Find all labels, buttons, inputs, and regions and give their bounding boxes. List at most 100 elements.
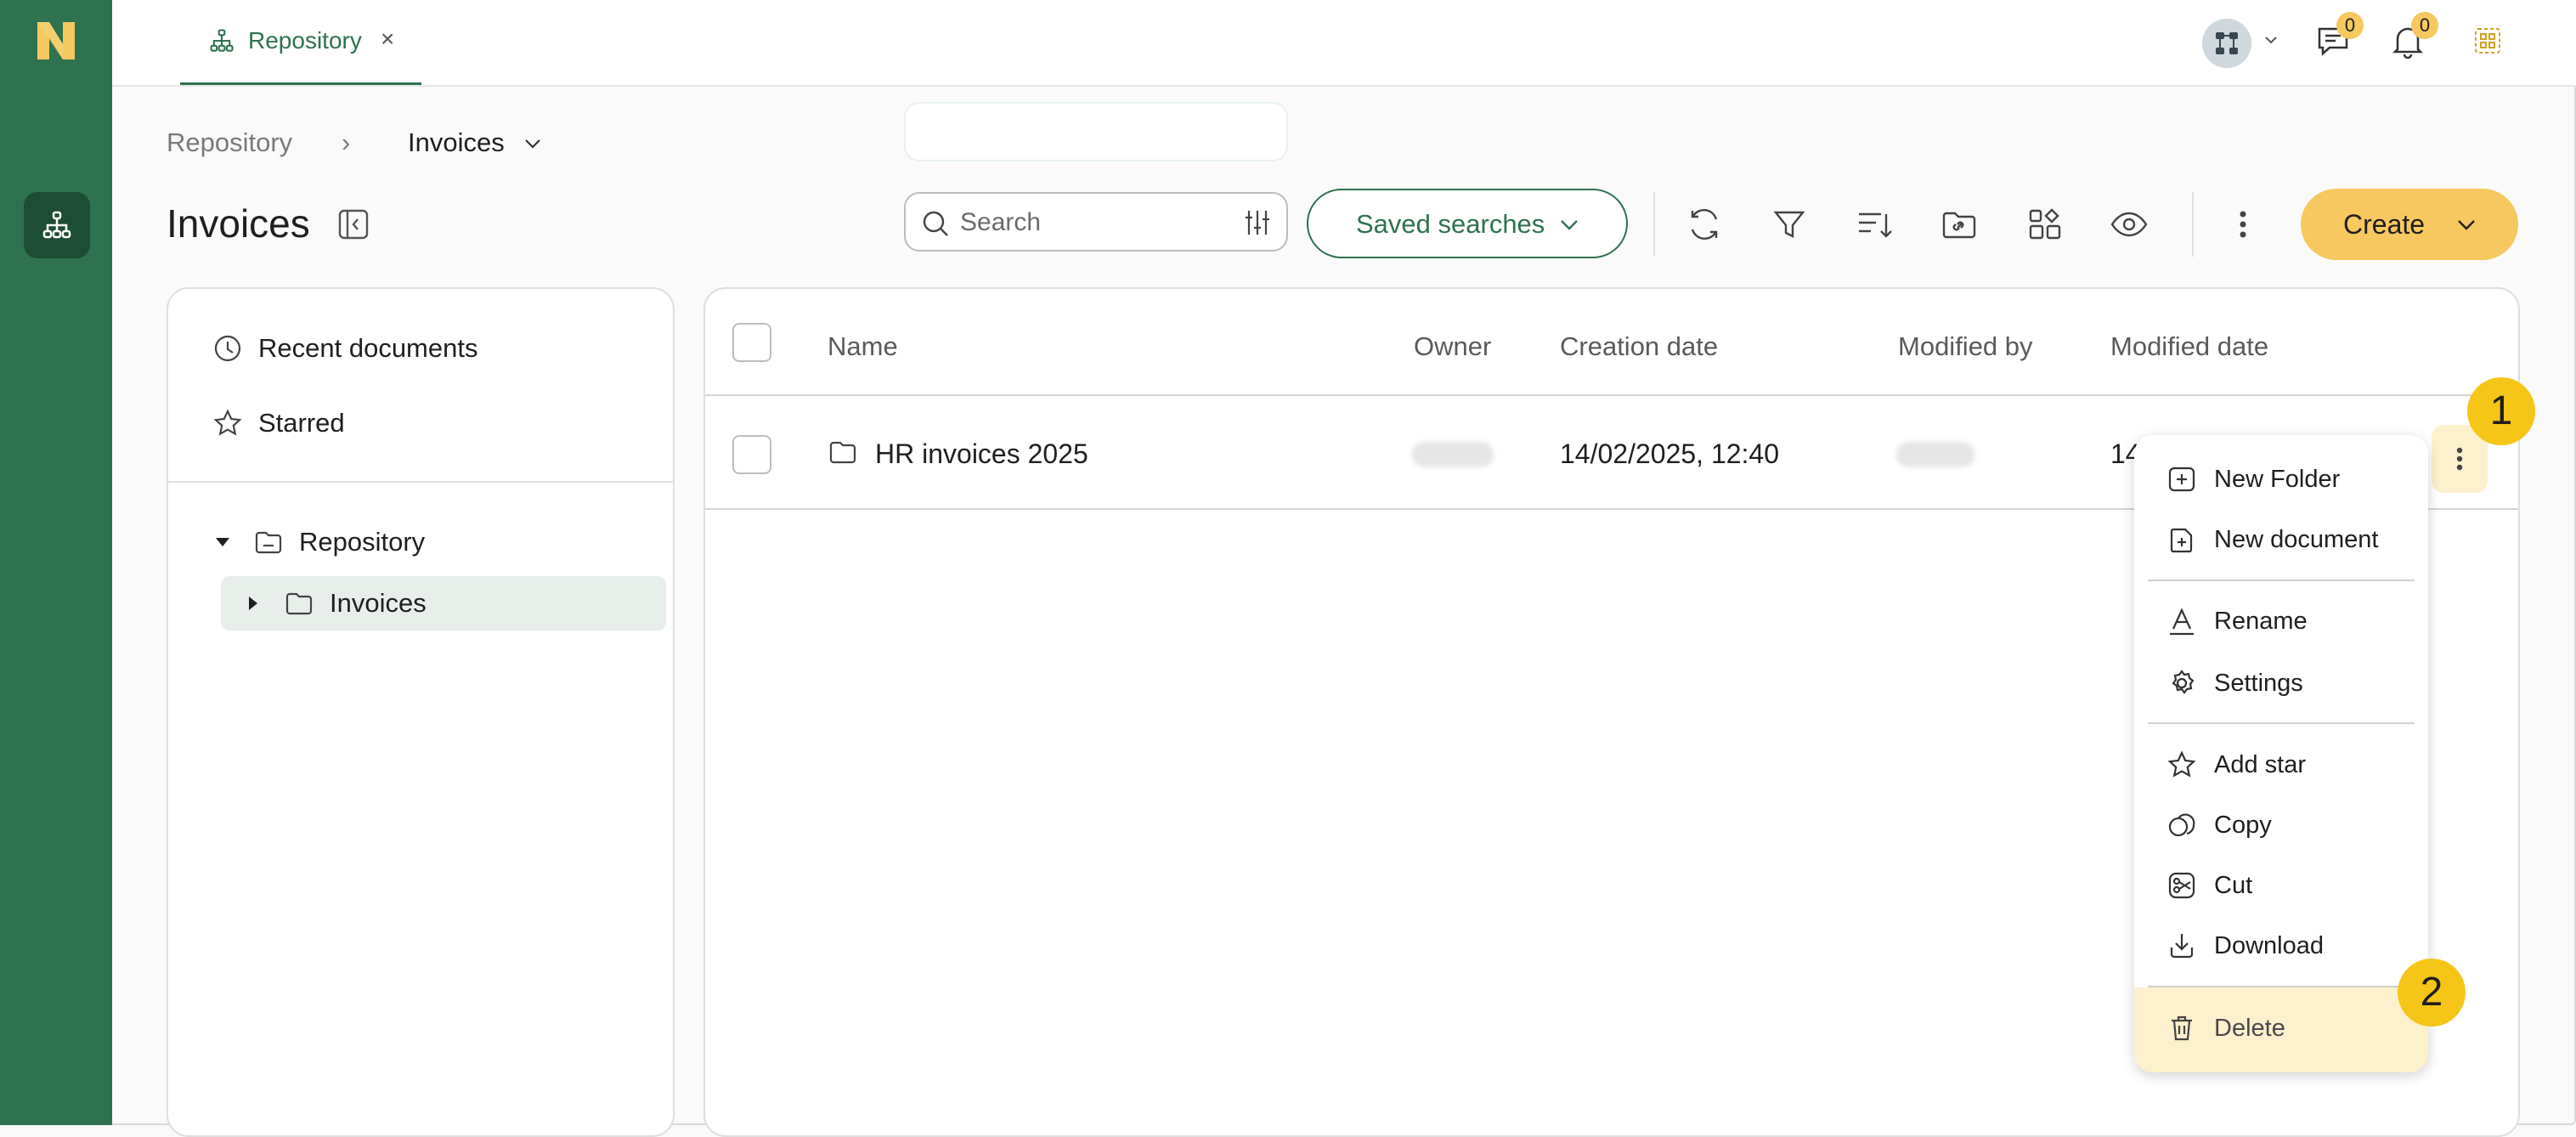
menu-item-add-star[interactable]: Add star xyxy=(2134,738,2428,792)
more-vertical-icon[interactable] xyxy=(2221,202,2265,246)
owner-redacted xyxy=(1412,442,1494,467)
modified-by-redacted xyxy=(1896,442,1974,467)
row-context-menu: New Folder New document Rename Settings … xyxy=(2134,435,2428,1072)
breadcrumb-current[interactable]: Invoices xyxy=(408,127,505,158)
menu-item-new-document[interactable]: New document xyxy=(2134,512,2428,567)
panel-divider xyxy=(168,481,673,483)
gear-icon xyxy=(2166,668,2197,699)
caret-down-icon[interactable] xyxy=(212,532,233,552)
drive-folder-icon xyxy=(253,527,284,557)
download-icon xyxy=(2166,931,2197,961)
messages-badge: 0 xyxy=(2336,12,2364,39)
trash-icon xyxy=(2166,1013,2197,1044)
apps-grid-icon[interactable] xyxy=(2469,22,2506,59)
star-icon xyxy=(212,408,243,438)
new-folder-icon xyxy=(2166,464,2197,495)
menu-item-label: Cut xyxy=(2214,872,2253,899)
create-label: Create xyxy=(2343,209,2426,240)
star-icon xyxy=(2166,750,2197,780)
tree-node-invoices[interactable]: Invoices xyxy=(221,576,666,631)
menu-item-label: Settings xyxy=(2214,670,2303,697)
breadcrumb-root[interactable]: Repository xyxy=(167,127,292,158)
menu-item-label: New Folder xyxy=(2214,466,2341,493)
quick-link-starred[interactable]: Starred xyxy=(212,408,345,438)
column-header-name[interactable]: Name xyxy=(828,331,898,362)
chevron-down-icon[interactable] xyxy=(2262,31,2280,49)
clock-icon xyxy=(212,333,243,364)
quick-link-recent-documents[interactable]: Recent documents xyxy=(212,333,477,364)
search-icon xyxy=(921,209,950,238)
tab-label: Repository xyxy=(248,27,362,54)
column-header-modified-by[interactable]: Modified by xyxy=(1898,331,2033,362)
chevron-down-icon[interactable] xyxy=(522,133,544,155)
link-folder-icon[interactable] xyxy=(1937,202,1981,246)
column-header-modified-date[interactable]: Modified date xyxy=(2110,331,2268,362)
menu-item-delete[interactable]: Delete xyxy=(2134,987,2428,1072)
folder-icon xyxy=(828,437,858,467)
layout-icon[interactable] xyxy=(2022,202,2066,246)
rail-repository-button[interactable] xyxy=(24,192,90,258)
menu-item-label: Delete xyxy=(2214,1015,2285,1042)
menu-item-settings[interactable]: Settings xyxy=(2134,656,2428,710)
sort-icon[interactable] xyxy=(1852,202,1896,246)
header-divider xyxy=(705,394,2518,396)
refresh-icon[interactable] xyxy=(1682,202,1726,246)
collapse-panel-icon[interactable] xyxy=(336,207,370,241)
menu-item-label: New document xyxy=(2214,526,2379,553)
chevron-down-icon xyxy=(2454,212,2479,238)
search-icon xyxy=(1079,115,1113,149)
caret-right-icon[interactable] xyxy=(243,593,263,614)
tab-repository[interactable]: Repository × xyxy=(180,0,421,85)
menu-item-label: Copy xyxy=(2214,812,2272,839)
rail-search-button[interactable] xyxy=(904,102,1288,161)
create-button[interactable]: Create xyxy=(2301,189,2518,260)
column-header-owner[interactable]: Owner xyxy=(1414,331,1491,362)
menu-item-label: Add star xyxy=(2214,751,2306,778)
toolbar-divider xyxy=(2192,192,2194,257)
search-input[interactable] xyxy=(958,206,1217,240)
avatar[interactable] xyxy=(2202,19,2251,68)
search-box xyxy=(904,192,1288,252)
menu-item-copy[interactable]: Copy xyxy=(2134,798,2428,852)
row-checkbox[interactable] xyxy=(732,435,771,474)
step-callout-1: 1 xyxy=(2467,377,2535,445)
menu-item-label: Rename xyxy=(2214,608,2308,635)
search-filters-icon[interactable] xyxy=(1242,207,1273,238)
row-creation-date: 14/02/2025, 12:40 xyxy=(1560,438,1780,469)
toolbar-divider xyxy=(1653,192,1655,257)
app-rail xyxy=(0,0,1288,1125)
page-title: Invoices xyxy=(167,201,310,246)
menu-item-label: Download xyxy=(2214,932,2324,959)
tab-close-button[interactable]: × xyxy=(381,25,394,53)
tree-node-label: Invoices xyxy=(330,588,427,618)
menu-item-new-folder[interactable]: New Folder xyxy=(2134,452,2428,506)
breadcrumb-separator: › xyxy=(342,127,351,157)
row-name[interactable]: HR invoices 2025 xyxy=(875,438,1088,470)
notifications-badge: 0 xyxy=(2411,12,2438,39)
repository-tree-icon xyxy=(209,27,234,54)
new-document-icon xyxy=(2166,524,2197,555)
menu-item-download[interactable]: Download xyxy=(2134,919,2428,973)
menu-item-cut[interactable]: Cut xyxy=(2134,858,2428,913)
tree-node-repository[interactable]: Repository xyxy=(212,527,425,557)
column-header-creation-date[interactable]: Creation date xyxy=(1560,331,1718,362)
chevron-down-icon xyxy=(1556,212,1582,238)
step-callout-2: 2 xyxy=(2398,959,2466,1027)
quick-link-label: Starred xyxy=(258,408,345,438)
app-logo[interactable] xyxy=(34,19,78,63)
repository-tree-icon xyxy=(42,210,72,240)
menu-divider xyxy=(2148,722,2415,724)
saved-searches-label: Saved searches xyxy=(1356,209,1545,239)
rename-icon xyxy=(2166,606,2197,636)
menu-item-rename[interactable]: Rename xyxy=(2134,594,2428,648)
folder-icon xyxy=(284,588,314,619)
navigation-panel: Recent documents Starred Repository Invo… xyxy=(167,287,675,1137)
more-vertical-icon xyxy=(2438,437,2482,481)
saved-searches-button[interactable]: Saved searches xyxy=(1307,189,1628,258)
copy-icon xyxy=(2166,810,2197,840)
filter-icon[interactable] xyxy=(1767,202,1811,246)
select-all-checkbox[interactable] xyxy=(732,323,771,362)
tree-node-label: Repository xyxy=(299,527,426,557)
view-icon[interactable] xyxy=(2107,202,2151,246)
top-tab-bar: Repository × 0 0 xyxy=(112,0,2576,87)
